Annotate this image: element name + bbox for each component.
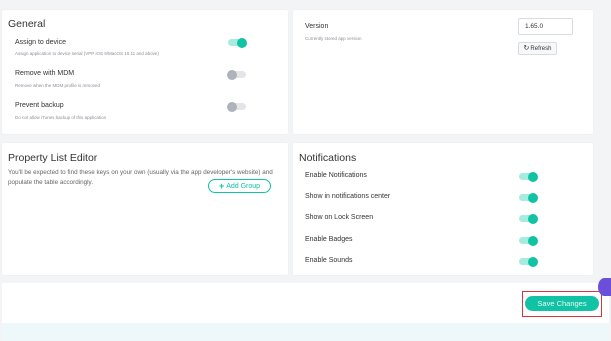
refresh-button[interactable]: ↻ Refresh (518, 42, 557, 55)
remove-with-mdm-label: Remove with MDM (15, 70, 75, 77)
general-title: General (8, 18, 46, 30)
enable-badges-label: Enable Badges (305, 236, 353, 243)
version-input[interactable]: 1.65.0 (518, 18, 573, 35)
app-settings-page: General Assign to device Assign applicat… (0, 0, 611, 341)
remove-with-mdm-toggle[interactable] (227, 69, 246, 80)
refresh-icon: ↻ (523, 45, 530, 52)
show-in-notifications-center-label: Show in notifications center (305, 193, 391, 200)
general-card: General Assign to device Assign applicat… (2, 10, 288, 134)
prevent-backup-toggle[interactable] (227, 101, 246, 112)
notifications-card: Notifications Enable Notifications Show … (293, 143, 593, 275)
plus-icon: + (218, 180, 225, 191)
show-in-notifications-center-toggle[interactable] (519, 192, 538, 203)
enable-sounds-label: Enable Sounds (305, 257, 353, 264)
version-description: Currently stored app version (305, 36, 362, 41)
footer-bar (2, 283, 609, 323)
add-group-label: Add Group (226, 182, 261, 190)
enable-sounds-toggle[interactable] (519, 256, 538, 267)
toggle-knob (528, 192, 538, 203)
remove-with-mdm-description: Remove when the MDM profile is removed (15, 83, 101, 88)
assign-to-device-description: Assign application to device serial (VPP… (15, 51, 159, 56)
add-group-button[interactable]: + Add Group (208, 179, 271, 193)
save-button-highlight (522, 291, 602, 317)
assign-to-device-toggle[interactable] (228, 37, 247, 48)
toggle-knob (528, 235, 538, 246)
refresh-button-label: Refresh (530, 45, 552, 52)
property-list-title: Property List Editor (8, 152, 98, 164)
enable-badges-toggle[interactable] (519, 235, 538, 246)
bottom-strip (2, 323, 609, 341)
toggle-knob (528, 171, 538, 182)
show-on-lock-screen-toggle[interactable] (519, 213, 538, 224)
toggle-knob (227, 69, 237, 80)
toggle-knob (227, 101, 237, 112)
version-label: Version (305, 23, 329, 30)
notifications-title: Notifications (299, 152, 357, 164)
show-on-lock-screen-label: Show on Lock Screen (305, 214, 374, 221)
toggle-knob (237, 37, 247, 48)
prevent-backup-description: Do not allow iTunes backup of this appli… (15, 115, 107, 120)
prevent-backup-label: Prevent backup (15, 102, 64, 109)
toggle-knob (528, 213, 538, 224)
toggle-knob (528, 256, 538, 267)
enable-notifications-label: Enable Notifications (305, 172, 367, 179)
enable-notifications-toggle[interactable] (519, 171, 538, 182)
assign-to-device-label: Assign to device (15, 39, 66, 46)
property-list-card: Property List Editor You'll be expected … (2, 143, 288, 275)
help-chat-bubble[interactable] (598, 278, 611, 296)
